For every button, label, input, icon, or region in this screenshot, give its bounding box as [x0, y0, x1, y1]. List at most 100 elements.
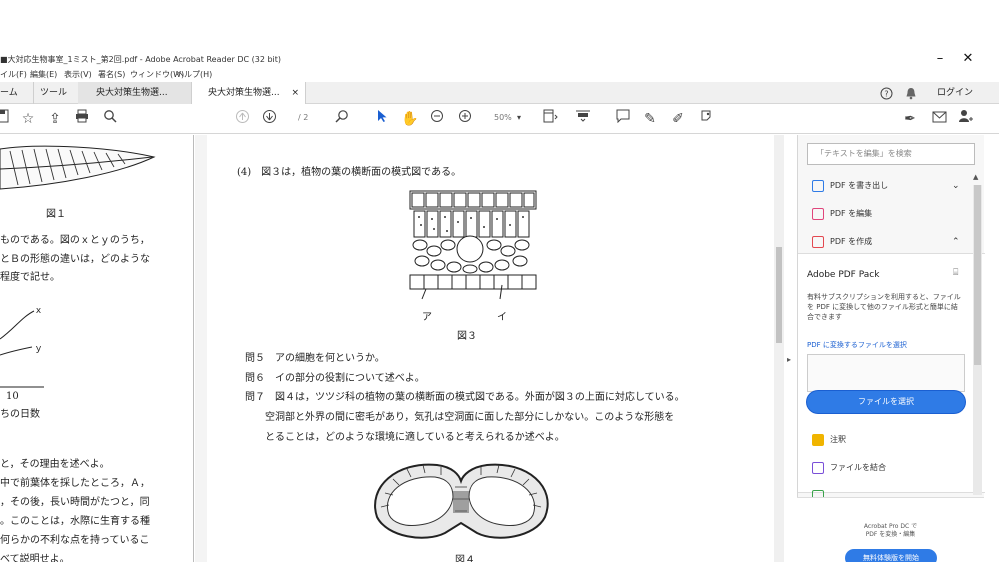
question-4-text: (4) 図３は，植物の葉の横断面の模式図である。 [237, 167, 462, 178]
tab-tools[interactable]: ツール [34, 82, 78, 104]
question-6-text: 問６ イの部分の役割について述べよ。 [245, 373, 425, 384]
print-icon[interactable] [72, 109, 92, 129]
tab-document-2[interactable]: 央大対策生物選... × [192, 82, 306, 104]
stamp-icon[interactable] [696, 109, 716, 129]
tool-create-pdf[interactable]: PDF を作成 ⌃ [812, 233, 960, 251]
series-x-label: ｘ [34, 306, 44, 316]
text-line: 。このことは，水際に生育する種 [0, 516, 150, 527]
highlight-icon[interactable]: ✎ [640, 109, 660, 129]
tab-home[interactable]: ーム [0, 82, 34, 104]
label-i: イ [497, 312, 507, 323]
draw-icon[interactable]: ✐ [668, 109, 688, 129]
menu-edit[interactable]: 編集(E) [30, 69, 57, 80]
select-file-button[interactable]: ファイルを選択 [807, 391, 965, 413]
promo-line-2: PDF を変換・編集 [865, 531, 916, 538]
axis-tick-label: 10 [6, 391, 19, 402]
document-scrollbar-thumb[interactable] [776, 247, 782, 343]
scroll-up-icon[interactable]: ▲ [973, 173, 978, 181]
bookmark-star-icon[interactable]: ☆ [18, 109, 38, 129]
text-line: ものである。図のｘとｙのうち， [0, 235, 150, 246]
tool-comment[interactable]: 注釈 [812, 431, 846, 449]
tab-home-label: ーム [0, 88, 18, 98]
question-5-text: 問５ アの細胞を何というか。 [245, 353, 385, 364]
page-gap [195, 135, 207, 562]
tool-export-pdf-label: PDF を書き出し [830, 181, 889, 190]
fit-page-icon[interactable] [540, 109, 560, 129]
document-scrollbar[interactable] [774, 135, 784, 562]
save-icon[interactable] [0, 109, 12, 129]
chevron-down-icon[interactable]: ⌄ [952, 177, 960, 195]
question-7-line-3: とることは，どのような環境に適していると考えられるか述べよ。 [265, 432, 565, 443]
pdf-pack-title: Adobe PDF Pack [807, 270, 880, 280]
menu-file[interactable]: イル(F) [0, 69, 27, 80]
text-line: べて説明せよ。 [0, 554, 70, 562]
tool-create-pdf-label: PDF を作成 [830, 237, 873, 246]
mail-icon[interactable] [929, 109, 949, 129]
comment-icon[interactable] [613, 109, 633, 129]
page-up-icon[interactable] [232, 109, 252, 129]
add-user-icon[interactable] [955, 109, 975, 129]
figure-4-caption: 図４ [455, 555, 475, 562]
document-viewport[interactable]: 図１ ものである。図のｘとｙのうち， とＢの形態の違いは，どのような 程度で記せ… [0, 135, 774, 562]
tab-bar: ーム ツール 央大対策生物選... 央大対策生物選... × ? ログイン [0, 82, 999, 104]
tool-combine-files[interactable]: ファイルを結合 [812, 459, 886, 477]
bell-icon[interactable] [905, 82, 917, 104]
pick-file-label: PDF に変換するファイルを選択 [807, 341, 907, 349]
tab-document-1[interactable]: 央大対策生物選... [78, 82, 192, 104]
login-link[interactable]: ログイン [937, 82, 973, 104]
search-icon[interactable] [100, 109, 120, 129]
zoom-in-icon[interactable] [455, 109, 475, 129]
tool-combine-files-label: ファイルを結合 [830, 463, 886, 472]
hand-icon[interactable]: ✋ [400, 109, 420, 129]
file-drop-area[interactable] [807, 354, 965, 392]
menu-view[interactable]: 表示(V) [64, 69, 92, 80]
zoom-out-icon[interactable] [427, 109, 447, 129]
menu-sign[interactable]: 署名(S) [98, 69, 125, 80]
tab-document-1-label: 央大対策生物選... [96, 88, 168, 98]
chevron-up-icon[interactable]: ⌃ [952, 233, 960, 251]
tool-edit-pdf-label: PDF を編集 [830, 209, 873, 218]
upload-icon[interactable]: ⇪ [45, 109, 65, 129]
collapse-panel-icon[interactable]: ▸ [787, 355, 791, 364]
tool-partial[interactable] [812, 487, 830, 497]
page-down-icon[interactable] [259, 109, 279, 129]
create-pdf-icon [812, 235, 824, 248]
select-cursor-icon[interactable] [372, 109, 392, 129]
figure-3-leaf-section [409, 190, 537, 300]
close-tab-icon[interactable]: × [291, 82, 299, 104]
menu-help[interactable]: ヘルプ(H) [176, 69, 212, 80]
window-title: ■大対応生物事室_1ミスト_第2回.pdf - Adobe Acrobat Re… [0, 55, 282, 64]
question-7-line-2: 空洞部と外界の間に密毛があり，気孔は空洞面に面した部分にしかない。このような形態… [265, 412, 675, 423]
export-pdf-icon [812, 179, 824, 192]
tab-tools-label: ツール [40, 88, 68, 98]
partial-tool-icon [812, 489, 824, 497]
scroll-mode-icon[interactable] [573, 109, 593, 129]
start-trial-button[interactable]: 無料体験版を開始 [845, 549, 937, 562]
tool-search-input[interactable]: 「テキストを編集」を検索 [807, 143, 975, 165]
text-line: と，その理由を述べよ。 [0, 459, 110, 470]
find-icon[interactable] [332, 109, 352, 129]
tool-export-pdf[interactable]: PDF を書き出し ⌄ [812, 177, 960, 195]
zoom-level-dropdown[interactable]: 50% [494, 113, 512, 122]
series-y-label: ｙ [34, 344, 44, 354]
tools-pane-scrollbar[interactable]: ▲ ▼ [973, 173, 982, 507]
figure-1-caption: 図１ [46, 209, 66, 220]
figure-3-caption: 図３ [457, 331, 477, 342]
page-number-display[interactable]: / 2 [298, 113, 308, 122]
pack-menu-icon[interactable]: ⌸ [953, 268, 958, 278]
text-line: 中で前葉体を採したところ，Ａ， [0, 478, 150, 489]
text-line: とＢの形態の違いは，どのような [0, 254, 150, 265]
chevron-down-icon[interactable]: ▾ [517, 113, 521, 122]
left-page: 図１ ものである。図のｘとｙのうち， とＢの形態の違いは，どのような 程度で記せ… [0, 135, 194, 562]
svg-text:?: ? [884, 90, 888, 99]
text-line: 何らかの不利な点を持っているこ [0, 535, 150, 546]
help-icon[interactable]: ? [880, 82, 893, 104]
tools-pane-scrollbar-thumb[interactable] [974, 185, 981, 365]
text-line: 程度で記せ。 [0, 272, 60, 283]
menu-bar: イル(F) 編集(E) 表示(V) 署名(S) ウィンドウ(W) ヘルプ(H) [0, 68, 999, 82]
minimize-button[interactable]: – [928, 50, 952, 68]
tool-edit-pdf[interactable]: PDF を編集 [812, 205, 872, 223]
comment-tool-icon [812, 433, 824, 446]
sign-icon[interactable]: ✒ [900, 109, 920, 129]
close-window-button[interactable]: ✕ [956, 50, 980, 68]
